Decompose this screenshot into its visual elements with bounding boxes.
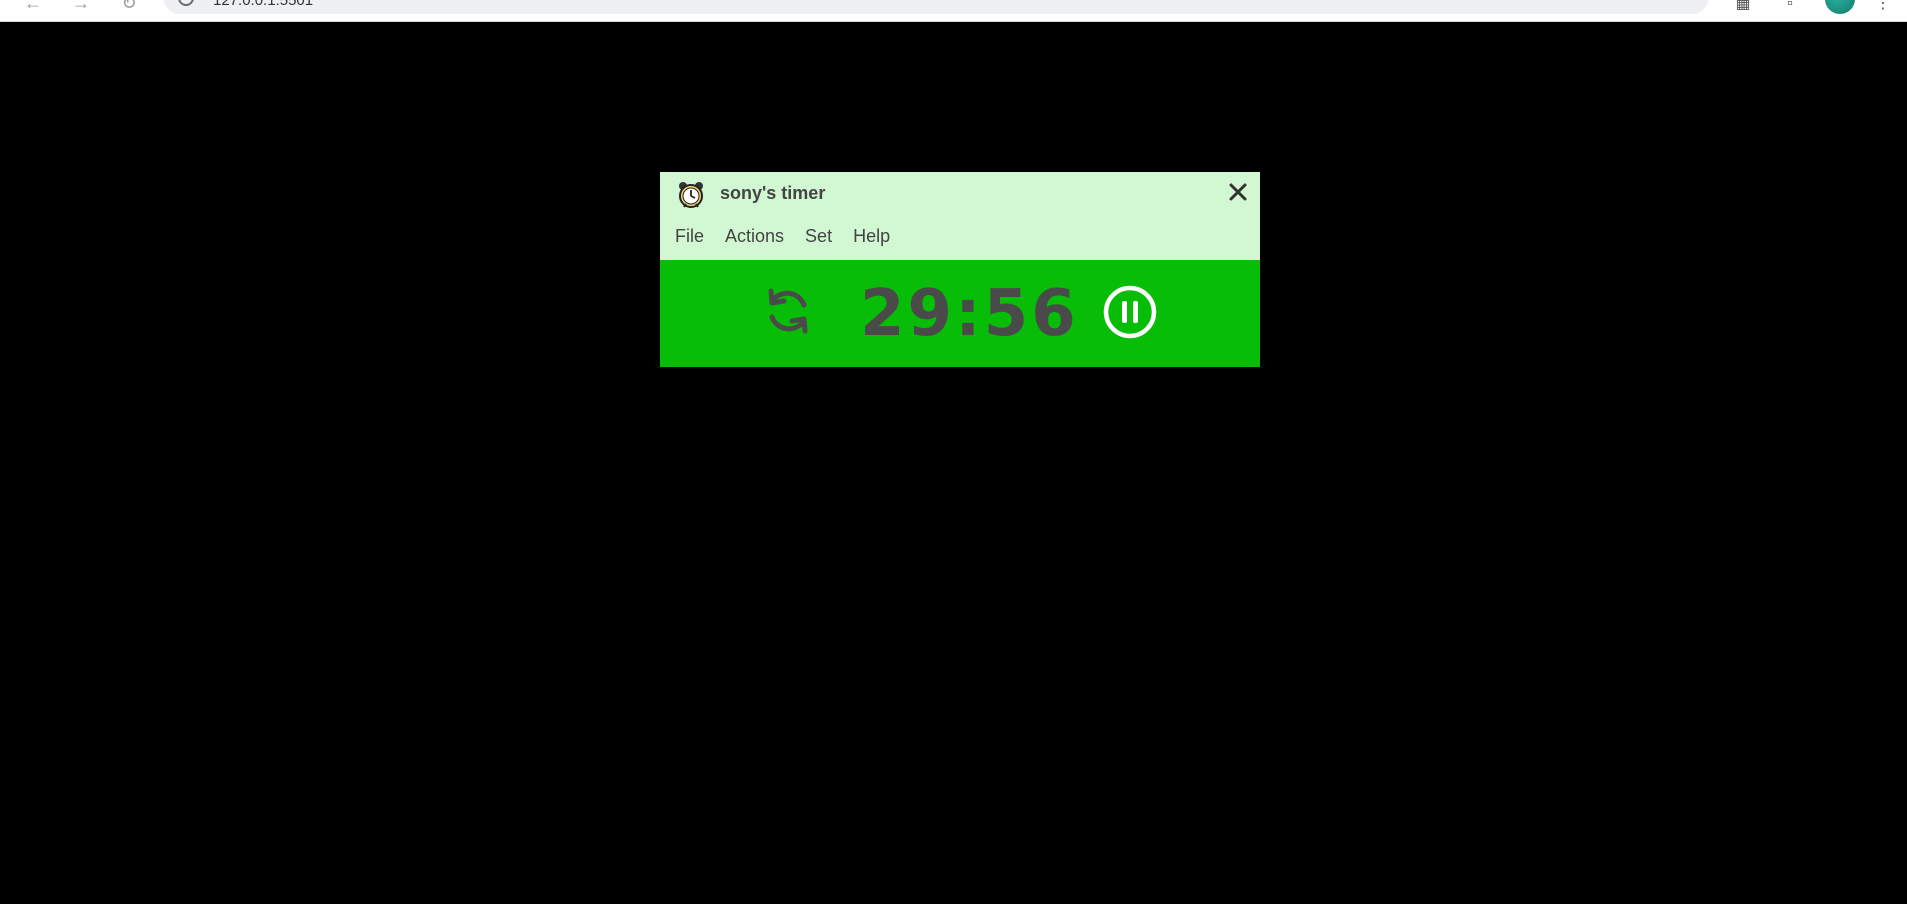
timer-window: sony's timer File Actions Set Help 29:56 bbox=[660, 172, 1260, 367]
alarm-clock-icon bbox=[679, 182, 703, 208]
timer-body: 29:56 bbox=[660, 260, 1260, 367]
menu-file[interactable]: File bbox=[675, 226, 704, 247]
close-icon[interactable] bbox=[1226, 180, 1250, 204]
menu-help[interactable]: Help bbox=[853, 226, 890, 247]
reload-icon[interactable]: ↻ bbox=[118, 0, 140, 14]
profile-avatar[interactable] bbox=[1825, 0, 1855, 14]
address-url[interactable]: 127.0.0.1:5501 bbox=[213, 0, 313, 9]
time-display: 29:56 bbox=[860, 277, 1079, 351]
back-arrow-icon[interactable]: ← bbox=[22, 0, 44, 14]
address-bar[interactable]: 127.0.0.1:5501 □ ☆ bbox=[163, 0, 1709, 14]
menu-kebab-icon[interactable]: ⋮ bbox=[1873, 0, 1893, 14]
browser-toolbar: ← → ↻ 127.0.0.1:5501 □ ☆ ▦ ▫ ⋮ bbox=[0, 0, 1907, 22]
forward-arrow-icon[interactable]: → bbox=[70, 0, 92, 14]
pause-icon[interactable] bbox=[1102, 284, 1158, 340]
title-area: sony's timer File Actions Set Help bbox=[660, 172, 1260, 260]
bookmark-star-icon[interactable]: ☆ bbox=[1673, 0, 1691, 4]
share-icon[interactable]: □ bbox=[1623, 0, 1641, 4]
menu-bar: File Actions Set Help bbox=[675, 226, 911, 247]
reset-icon[interactable] bbox=[760, 283, 816, 339]
extensions-icon[interactable]: ▦ bbox=[1733, 0, 1753, 14]
window-title: sony's timer bbox=[720, 183, 826, 203]
menu-set[interactable]: Set bbox=[805, 226, 832, 247]
site-info-icon[interactable] bbox=[178, 0, 194, 6]
menu-actions[interactable]: Actions bbox=[725, 226, 784, 247]
side-panel-icon[interactable]: ▫ bbox=[1780, 0, 1800, 14]
